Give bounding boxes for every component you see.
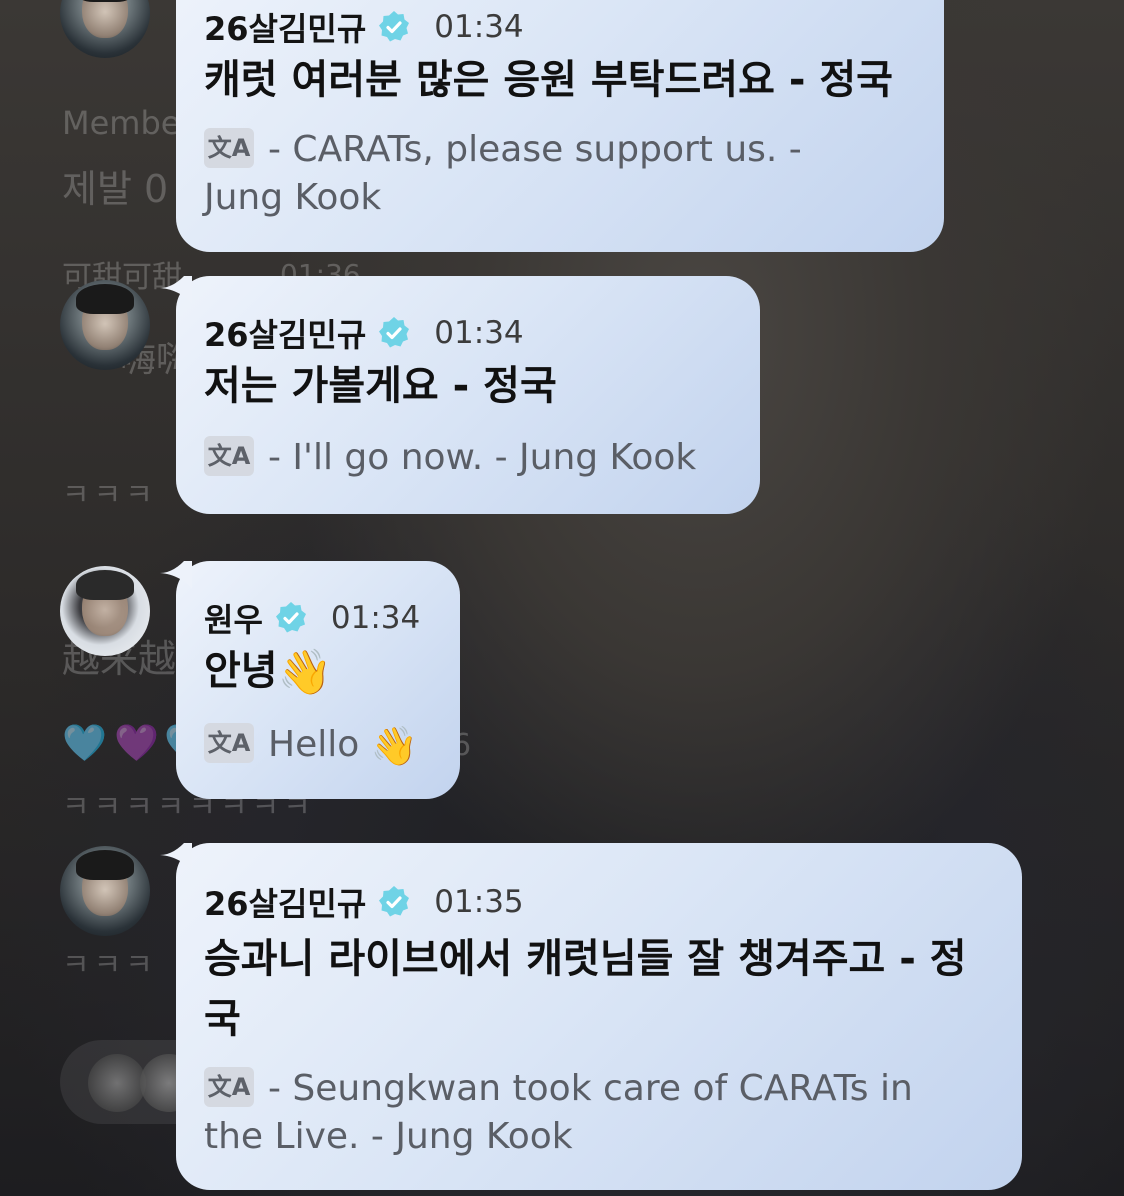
translation-text: the Live. - Jung Kook (204, 1116, 573, 1157)
avatar[interactable] (60, 280, 150, 370)
message-text-line: 승과니 라이브에서 캐럿님들 잘 챙겨주고 - 정 (204, 936, 967, 982)
bg-chat-line: 제발 0 (62, 167, 169, 211)
translate-icon: 文A (204, 436, 254, 476)
translation: 文A - I'll go now. - Jung Kook (204, 434, 696, 482)
translation-text: - I'll go now. - Jung Kook (268, 437, 697, 478)
message-text: 승과니 라이브에서 캐럿님들 잘 챙겨주고 - 정 국 (204, 929, 967, 1049)
translation-text: - CARATs, please support us. - (268, 129, 802, 170)
bg-chat-line: ㅋㅋㅋ (62, 478, 157, 513)
translation-text: Hello (268, 724, 360, 765)
message-header: 원우 01:34 (204, 595, 420, 641)
translation-text: Jung Kook (204, 177, 382, 218)
message-time: 01:35 (434, 884, 524, 920)
message-text: 캐럿 여러분 많은 응원 부탁드려요 - 정국 (204, 57, 893, 103)
sender-name[interactable]: 26살김민규 (204, 879, 366, 925)
message-time: 01:34 (434, 9, 524, 45)
verified-badge-icon (376, 315, 412, 351)
verified-badge-icon (376, 884, 412, 920)
sender-name[interactable]: 26살김민규 (204, 310, 366, 356)
message-bubble[interactable]: 원우 01:34 안녕👋 文A Hello 👋 (160, 561, 460, 799)
bubble-tail (160, 276, 192, 304)
sender-name[interactable]: 원우 (204, 595, 263, 641)
heart-icon: 💜 (114, 723, 159, 764)
avatar-hair (76, 284, 134, 314)
message-text: 안녕👋 (204, 641, 332, 703)
translation: 文A - CARATs, please support us. - Jung Ko… (204, 126, 802, 222)
bubble-tail (160, 561, 192, 589)
message-text-content: 안녕 (204, 648, 278, 694)
message-header: 26살김민규 01:34 (204, 310, 524, 356)
bg-member-label: Membe (62, 104, 181, 142)
translate-icon: 文A (204, 128, 254, 168)
avatar[interactable] (60, 846, 150, 936)
avatar-hair (76, 570, 134, 600)
message-bubble[interactable]: 26살김민규 01:34 저는 가볼게요 - 정국 文A - I'll go no… (160, 276, 760, 514)
message-time: 01:34 (330, 600, 421, 636)
bg-chat-line: ㅋㅋㅋ (62, 948, 157, 983)
sender-name[interactable]: 26살김민규 (204, 4, 366, 50)
verified-badge-icon (273, 600, 309, 636)
translation-text: - Seungkwan took care of CARATs in (268, 1068, 913, 1109)
viewer-avatar (88, 1054, 146, 1112)
bubble-tail (160, 843, 192, 871)
message-bubble[interactable]: 26살김민규 01:34 캐럿 여러분 많은 응원 부탁드려요 - 정국 文A -… (176, 0, 944, 252)
verified-badge-icon (376, 9, 412, 45)
waving-hand-emoji: 👋 (370, 724, 419, 768)
translate-icon: 文A (204, 723, 254, 763)
avatar-hair (76, 850, 134, 880)
waving-hand-emoji: 👋 (277, 647, 333, 698)
translation: 文A Hello 👋 (204, 721, 418, 770)
avatar[interactable] (60, 566, 150, 656)
avatar-face (82, 0, 128, 38)
message-header: 26살김민규 01:34 (204, 4, 524, 50)
translation: 文A - Seungkwan took care of CARATs in the… (204, 1065, 913, 1161)
message-time: 01:34 (434, 315, 524, 351)
heart-icon: 🩵 (62, 723, 107, 764)
message-text-line: 국 (204, 996, 241, 1042)
message-header: 26살김민규 01:35 (204, 879, 524, 925)
message-bubble[interactable]: 26살김민규 01:35 승과니 라이브에서 캐럿님들 잘 챙겨주고 - 정 국… (160, 843, 1022, 1190)
translate-icon: 文A (204, 1067, 254, 1107)
message-text: 저는 가볼게요 - 정국 (204, 363, 557, 409)
